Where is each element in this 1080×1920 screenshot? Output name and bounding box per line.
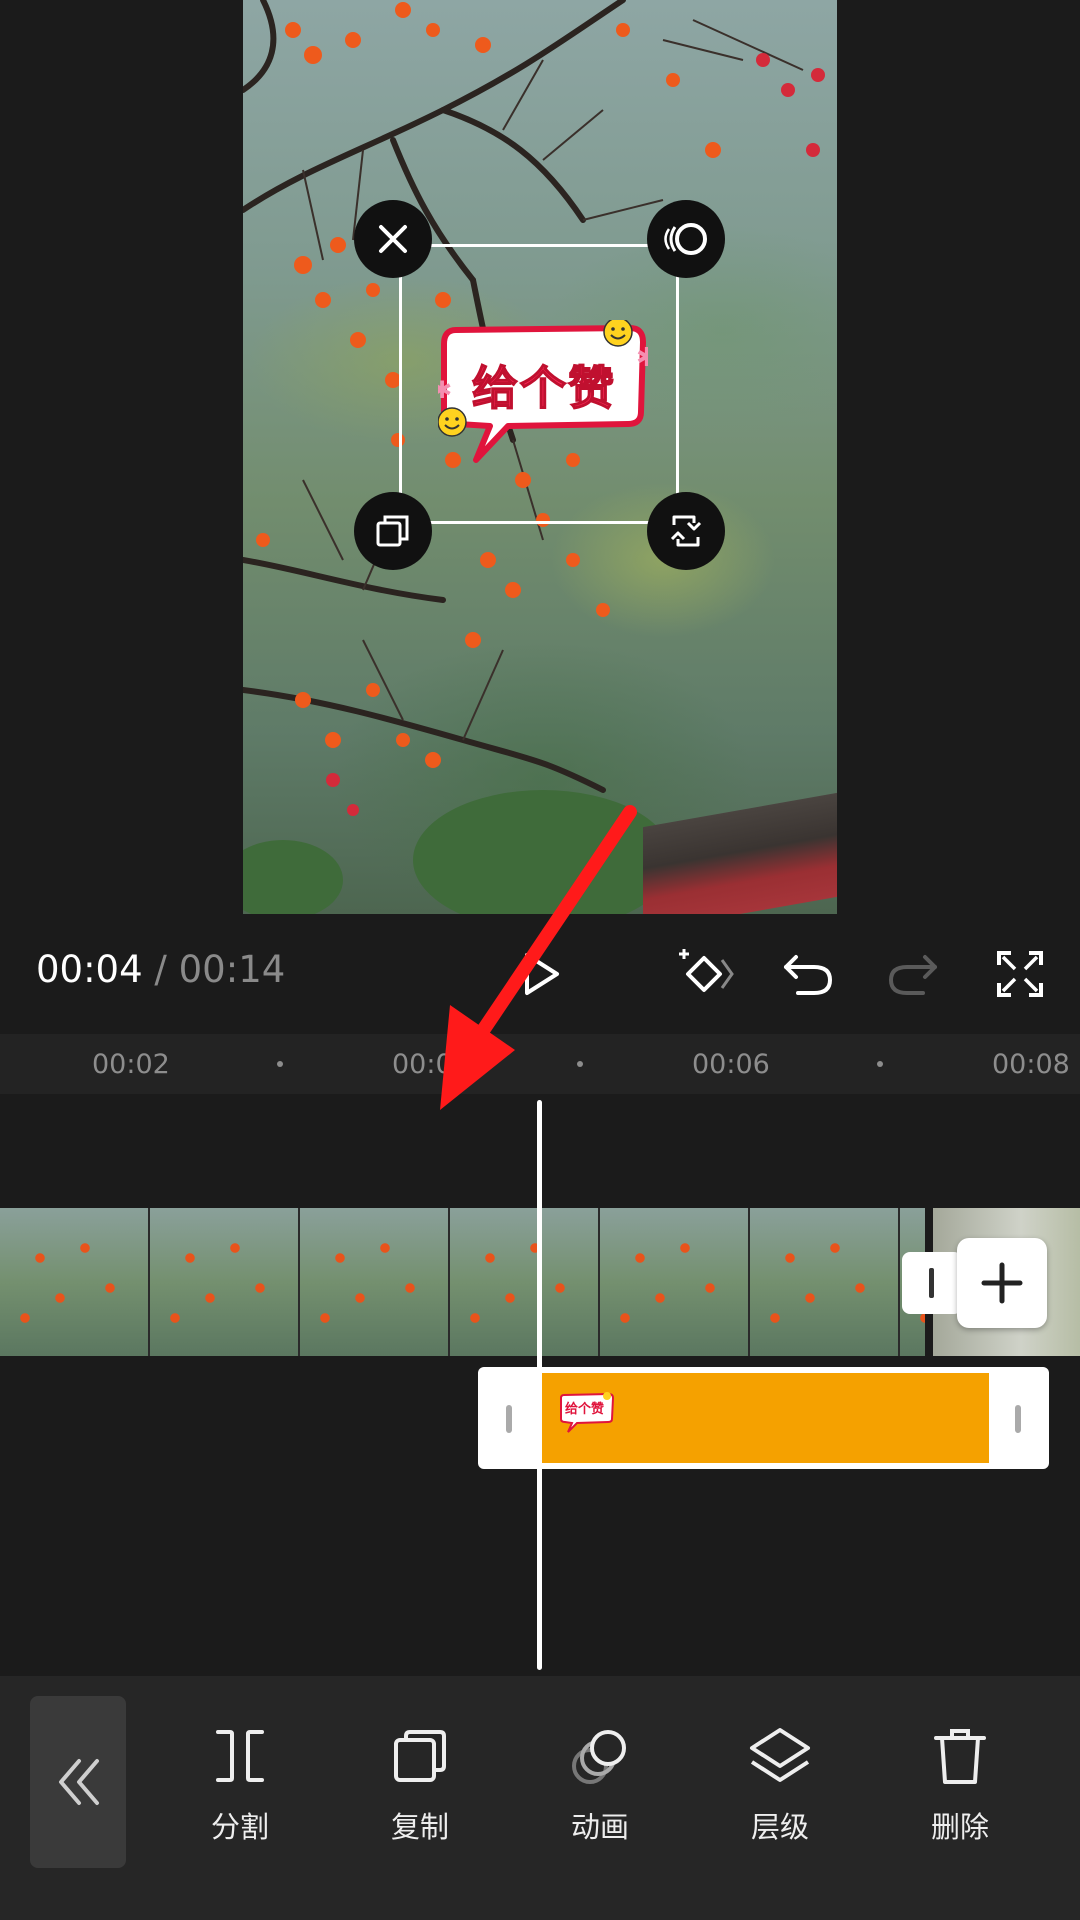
layers-label: 层级 bbox=[750, 1810, 809, 1844]
layers-tool[interactable]: 层级 bbox=[720, 1726, 840, 1866]
transition-button[interactable] bbox=[902, 1252, 962, 1314]
split-label: 分割 bbox=[210, 1810, 269, 1844]
copy-tool[interactable]: 复制 bbox=[360, 1726, 480, 1866]
video-thumbnail bbox=[600, 1208, 750, 1356]
video-thumbnail bbox=[0, 1208, 150, 1356]
split-tool[interactable]: 分割 bbox=[180, 1726, 300, 1866]
animation-tool[interactable]: 动画 bbox=[540, 1726, 660, 1866]
current-time: 00:04 bbox=[36, 948, 143, 991]
add-keyframe-button[interactable] bbox=[670, 939, 740, 1009]
copy-icon bbox=[394, 1730, 446, 1782]
animation-icon bbox=[572, 1730, 626, 1784]
annotation-arrow bbox=[440, 805, 637, 1110]
fullscreen-button[interactable] bbox=[985, 939, 1055, 1009]
rotate-scale-icon bbox=[670, 515, 702, 547]
svg-text:✱: ✱ bbox=[636, 343, 648, 373]
follow-track-handle[interactable] bbox=[647, 200, 725, 278]
ruler-tick-label: 00:02 bbox=[92, 1049, 170, 1080]
video-thumbnail bbox=[150, 1208, 300, 1356]
svg-text:✱: ✱ bbox=[438, 376, 452, 404]
left-trim-handle[interactable] bbox=[506, 1405, 512, 1433]
delete-tool[interactable]: 删除 bbox=[900, 1726, 1020, 1866]
sticker-like[interactable]: ✱ ✱ 给个赞 bbox=[438, 320, 648, 465]
redo-icon bbox=[888, 955, 937, 995]
copy-icon bbox=[376, 515, 409, 547]
sticker-track-fill: 给个赞 bbox=[541, 1373, 989, 1463]
undo-button[interactable] bbox=[773, 939, 843, 1009]
video-thumbnail bbox=[300, 1208, 450, 1356]
playhead[interactable] bbox=[537, 1100, 542, 1670]
motion-track-icon bbox=[664, 223, 707, 255]
delete-label: 删除 bbox=[930, 1810, 989, 1844]
sticker-text: 给个赞 bbox=[471, 360, 616, 416]
animation-label: 动画 bbox=[570, 1810, 629, 1844]
ruler-tick-label: 00:08 bbox=[992, 1049, 1070, 1080]
video-thumbnail bbox=[450, 1208, 600, 1356]
delete-sticker-handle[interactable] bbox=[354, 200, 432, 278]
plus-icon bbox=[981, 1262, 1023, 1304]
keyframe-icon bbox=[679, 949, 734, 992]
copy-label: 复制 bbox=[390, 1810, 449, 1844]
copy-sticker-handle[interactable] bbox=[354, 492, 432, 570]
smiley-icon bbox=[603, 320, 633, 347]
ruler-tick-dot bbox=[877, 1061, 883, 1067]
video-track[interactable] bbox=[0, 1208, 925, 1356]
rotate-scale-handle[interactable] bbox=[647, 492, 725, 570]
double-chevron-left-icon bbox=[59, 1759, 99, 1805]
layers-icon bbox=[750, 1728, 810, 1782]
ruler-tick-dot bbox=[277, 1061, 283, 1067]
undo-icon bbox=[784, 955, 833, 995]
add-clip-button[interactable] bbox=[957, 1238, 1047, 1328]
fullscreen-icon bbox=[997, 951, 1043, 997]
time-display: 00:04 / 00:14 bbox=[36, 948, 285, 991]
right-trim-handle[interactable] bbox=[1015, 1405, 1021, 1433]
ruler-tick-label: 00:06 bbox=[692, 1049, 770, 1080]
total-time: 00:14 bbox=[178, 948, 286, 991]
time-separator: / bbox=[154, 948, 167, 991]
redo-button[interactable] bbox=[878, 939, 948, 1009]
video-thumbnail bbox=[750, 1208, 900, 1356]
trash-icon bbox=[934, 1729, 986, 1784]
split-icon bbox=[216, 1730, 264, 1782]
back-button[interactable] bbox=[30, 1696, 126, 1868]
sticker-thumbnail-text: 给个赞 bbox=[565, 1402, 605, 1417]
close-icon bbox=[379, 225, 407, 253]
transition-icon bbox=[929, 1268, 934, 1298]
